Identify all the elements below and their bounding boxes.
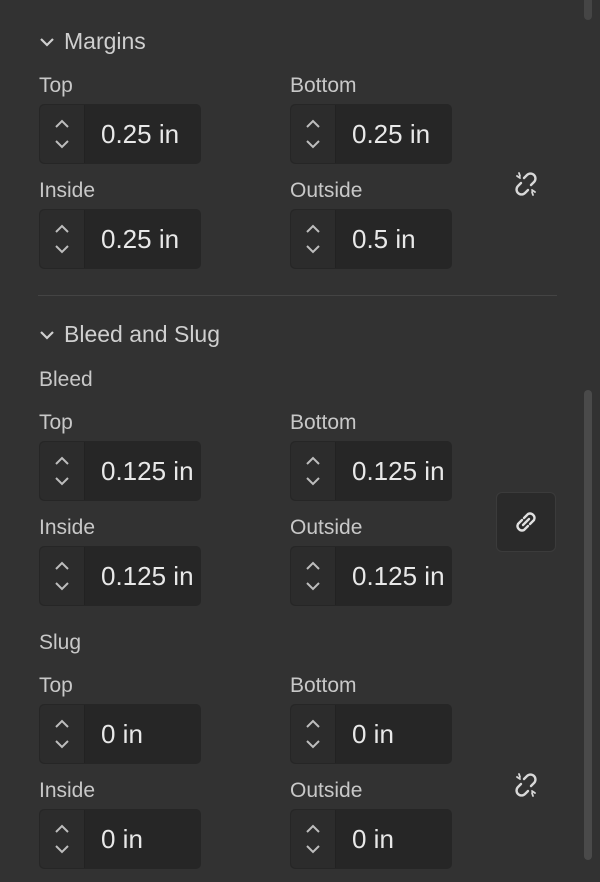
- stepper[interactable]: [291, 547, 336, 605]
- margin-top-input[interactable]: 0.25 in: [85, 105, 200, 163]
- slug-inside-input[interactable]: 0 in: [85, 810, 200, 868]
- margin-outside-field[interactable]: 0.5 in: [290, 209, 452, 269]
- chevron-down-icon[interactable]: [304, 580, 322, 592]
- section-divider: [38, 295, 557, 296]
- stepper[interactable]: [291, 810, 336, 868]
- chevron-up-icon[interactable]: [53, 223, 71, 235]
- slug-bottom-field[interactable]: 0 in: [290, 704, 452, 764]
- bleed-outside-label: Outside: [290, 516, 363, 539]
- chevron-down-icon: [40, 330, 54, 340]
- scrollbar[interactable]: [584, 0, 592, 882]
- margin-outside-label: Outside: [290, 179, 363, 202]
- slug-label: Slug: [39, 631, 82, 654]
- bleed-slug-section-header[interactable]: Bleed and Slug: [38, 321, 220, 348]
- chevron-down-icon[interactable]: [304, 738, 322, 750]
- margin-top-label: Top: [39, 74, 73, 97]
- margins-section-header[interactable]: Margins: [38, 28, 146, 55]
- slug-top-label: Top: [39, 674, 73, 697]
- chevron-down-icon[interactable]: [53, 843, 71, 855]
- bleed-bottom-input[interactable]: 0.125 in: [336, 442, 451, 500]
- bleed-inside-label: Inside: [39, 516, 96, 539]
- stepper[interactable]: [291, 705, 336, 763]
- chevron-down-icon: [40, 37, 54, 47]
- margin-bottom-input[interactable]: 0.25 in: [336, 105, 451, 163]
- bleed-inside-field[interactable]: 0.125 in: [39, 546, 201, 606]
- margin-inside-field[interactable]: 0.25 in: [39, 209, 201, 269]
- chevron-up-icon[interactable]: [53, 118, 71, 130]
- margin-top-field[interactable]: 0.25 in: [39, 104, 201, 164]
- link-icon: [516, 512, 536, 532]
- stepper[interactable]: [40, 810, 85, 868]
- bleed-top-input[interactable]: 0.125 in: [85, 442, 200, 500]
- slug-outside-field[interactable]: 0 in: [290, 809, 452, 869]
- chevron-down-icon[interactable]: [304, 243, 322, 255]
- stepper[interactable]: [291, 105, 336, 163]
- bleed-top-field[interactable]: 0.125 in: [39, 441, 201, 501]
- slug-link-toggle[interactable]: [496, 755, 556, 815]
- margin-bottom-field[interactable]: 0.25 in: [290, 104, 452, 164]
- margin-outside-input[interactable]: 0.5 in: [336, 210, 451, 268]
- chevron-up-icon[interactable]: [304, 560, 322, 572]
- slug-outside-label: Outside: [290, 779, 363, 802]
- chevron-up-icon[interactable]: [53, 455, 71, 467]
- stepper[interactable]: [40, 547, 85, 605]
- chevron-down-icon[interactable]: [53, 738, 71, 750]
- slug-top-input[interactable]: 0 in: [85, 705, 200, 763]
- margin-inside-label: Inside: [39, 179, 96, 202]
- scrollbar-top-thumb[interactable]: [584, 0, 592, 20]
- broken-link-icon: [515, 773, 537, 797]
- chevron-up-icon[interactable]: [304, 118, 322, 130]
- margins-link-toggle[interactable]: [496, 154, 556, 214]
- chevron-up-icon[interactable]: [304, 223, 322, 235]
- chevron-down-icon[interactable]: [53, 475, 71, 487]
- slug-inside-label: Inside: [39, 779, 96, 802]
- chevron-up-icon[interactable]: [304, 718, 322, 730]
- stepper[interactable]: [40, 105, 85, 163]
- slug-inside-field[interactable]: 0 in: [39, 809, 201, 869]
- chevron-down-icon[interactable]: [304, 475, 322, 487]
- scrollbar-thumb[interactable]: [584, 390, 592, 860]
- chevron-down-icon[interactable]: [53, 243, 71, 255]
- margin-inside-input[interactable]: 0.25 in: [85, 210, 200, 268]
- bleed-bottom-label: Bottom: [290, 411, 357, 434]
- margin-bottom-label: Bottom: [290, 74, 357, 97]
- chevron-up-icon[interactable]: [53, 823, 71, 835]
- chevron-up-icon[interactable]: [304, 455, 322, 467]
- slug-outside-input[interactable]: 0 in: [336, 810, 451, 868]
- slug-bottom-label: Bottom: [290, 674, 357, 697]
- stepper[interactable]: [40, 210, 85, 268]
- chevron-down-icon[interactable]: [304, 138, 322, 150]
- chevron-down-icon[interactable]: [53, 138, 71, 150]
- chevron-down-icon[interactable]: [304, 843, 322, 855]
- bleed-label: Bleed: [39, 368, 93, 391]
- slug-bottom-input[interactable]: 0 in: [336, 705, 451, 763]
- slug-top-field[interactable]: 0 in: [39, 704, 201, 764]
- chevron-up-icon[interactable]: [304, 823, 322, 835]
- bleed-top-label: Top: [39, 411, 73, 434]
- stepper[interactable]: [40, 705, 85, 763]
- bleed-outside-field[interactable]: 0.125 in: [290, 546, 452, 606]
- section-title: Bleed and Slug: [64, 321, 221, 347]
- stepper[interactable]: [291, 442, 336, 500]
- chevron-down-icon[interactable]: [53, 580, 71, 592]
- bleed-link-toggle[interactable]: [496, 492, 556, 552]
- chevron-up-icon[interactable]: [53, 718, 71, 730]
- stepper[interactable]: [291, 210, 336, 268]
- bleed-bottom-field[interactable]: 0.125 in: [290, 441, 452, 501]
- bleed-inside-input[interactable]: 0.125 in: [85, 547, 200, 605]
- stepper[interactable]: [40, 442, 85, 500]
- bleed-outside-input[interactable]: 0.125 in: [336, 547, 451, 605]
- section-title: Margins: [64, 28, 146, 54]
- chevron-up-icon[interactable]: [53, 560, 71, 572]
- broken-link-icon: [515, 172, 537, 196]
